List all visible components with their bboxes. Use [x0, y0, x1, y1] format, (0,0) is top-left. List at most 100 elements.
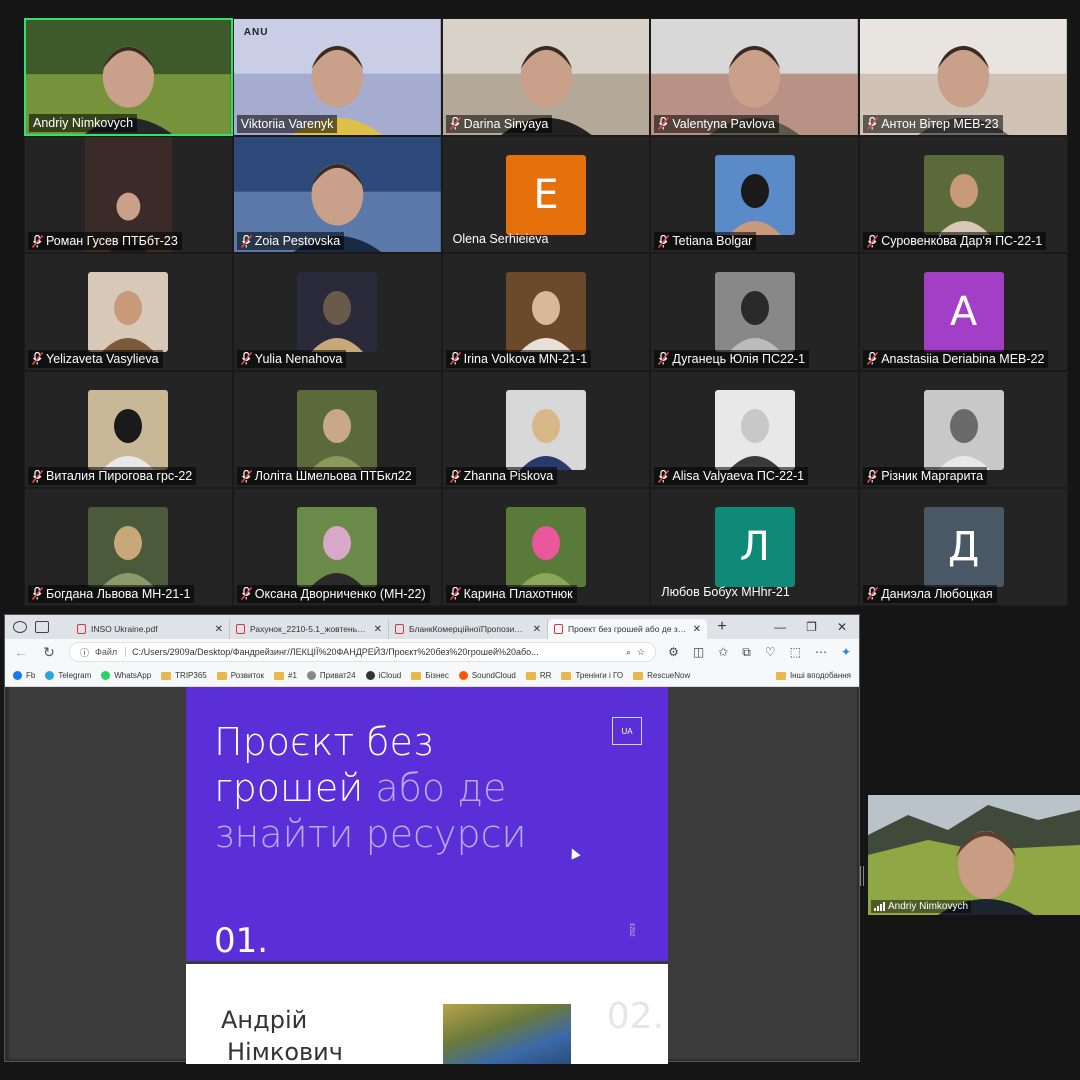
other-bookmarks-label: Інші вподобання: [789, 671, 851, 680]
participant-tile[interactable]: Лоліта Шмельова ПТБкл22: [232, 370, 442, 489]
restore-icon[interactable]: ❐: [806, 620, 817, 634]
bookmark-item[interactable]: Telegram: [45, 671, 91, 680]
participant-tile[interactable]: Роман Гусев ПТБбт-23: [24, 135, 233, 254]
participant-tile[interactable]: Yelizaveta Vasylieva: [24, 253, 233, 371]
browser-tab[interactable]: INSO Ukraine.pdf ✕: [71, 619, 230, 639]
other-bookmarks[interactable]: Інші вподобання: [775, 671, 851, 680]
self-view-video[interactable]: Andriy Nimkovych: [868, 795, 1080, 915]
participant-name: Andriy Nimkovych: [33, 115, 134, 130]
bookmark-item[interactable]: SoundCloud: [458, 671, 516, 680]
participant-name: Дуганець Юлія ПС22-1: [672, 351, 806, 366]
bookmark-item[interactable]: Розвиток: [216, 671, 264, 680]
folder-icon: [775, 671, 786, 680]
participant-tile[interactable]: Valentyna Pavlova: [650, 18, 860, 136]
bookmark-item[interactable]: RR: [525, 671, 551, 680]
avatar-letter: Д: [947, 524, 980, 571]
participant-tile[interactable]: Alisa Valyaeva ПС-22-1: [650, 370, 860, 489]
participant-tile[interactable]: Богдана Львова МН-21-1: [24, 488, 233, 606]
participant-tile[interactable]: Антон Вітер МЕВ-23: [859, 18, 1068, 136]
browser-tab[interactable]: Рахунок_2210-5.1_жовтень_Лял ✕: [230, 619, 389, 639]
pdf-viewer[interactable]: Проєкт без грошей або де знайти ресурси …: [9, 687, 857, 1064]
avatar-letter: A: [949, 289, 978, 336]
avatar: Л: [714, 507, 795, 588]
participant-name-label: Olena Serhieieva: [449, 230, 553, 248]
participant-name: Yelizaveta Vasylieva: [46, 351, 159, 366]
zoom-icon[interactable]: ⌕: [626, 647, 631, 658]
bookmark-item[interactable]: RescueNow: [633, 671, 690, 680]
participant-tile[interactable]: Irina Volkova MN-21-1: [441, 253, 651, 371]
minimize-icon[interactable]: —: [774, 620, 786, 634]
url-text[interactable]: C:/Users/2909a/Desktop/Фандрейзинг/ЛЕКЦІ…: [132, 647, 620, 657]
close-tab-icon[interactable]: ✕: [693, 624, 701, 635]
favorites-icon[interactable]: ✩: [718, 645, 728, 660]
participant-name: Різник Маргарита: [881, 469, 984, 484]
participant-tile[interactable]: Суровенко́ва Дар'я ПС-22-1: [859, 135, 1068, 254]
info-icon[interactable]: ⓘ: [80, 646, 89, 659]
mic-muted-icon: [658, 234, 670, 248]
participant-tile[interactable]: Різник Маргарита: [859, 370, 1068, 489]
mic-muted-icon: [449, 117, 461, 131]
participant-tile[interactable]: Tetiana Bolgar: [650, 135, 860, 254]
workspaces-icon[interactable]: [35, 621, 49, 633]
close-tab-icon[interactable]: ✕: [215, 624, 223, 635]
browser-essentials-icon[interactable]: ♡: [765, 645, 776, 660]
participant-name: Оксана Дворниченко (МН-22): [254, 586, 426, 601]
refresh-icon[interactable]: ↻: [41, 644, 57, 661]
participant-name: Irina Volkova MN-21-1: [463, 351, 588, 366]
browser-tab[interactable]: БланкКомерційноїПропозиції_У ✕: [389, 619, 548, 639]
mic-muted-icon: [240, 469, 252, 483]
screenshot-icon[interactable]: ⬚: [790, 645, 801, 660]
close-tab-icon[interactable]: ✕: [374, 624, 382, 635]
participant-tile[interactable]: Оксана Дворниченко (МН-22): [232, 488, 442, 606]
bookmark-item[interactable]: Приват24: [306, 671, 356, 680]
participant-tile[interactable]: Д Даниэла Любоцкая: [859, 488, 1068, 606]
bookmark-item[interactable]: #1: [274, 671, 297, 680]
participant-tile[interactable]: Zhanna Piskova: [441, 370, 651, 489]
tab-bar: INSO Ukraine.pdf ✕ Рахунок_2210-5.1_жовт…: [5, 615, 859, 639]
close-tab-icon[interactable]: ✕: [533, 624, 541, 635]
participant-tile[interactable]: E Olena Serhieieva: [441, 135, 651, 254]
extensions-icon[interactable]: ⚙: [668, 645, 679, 660]
participant-tile[interactable]: Дуганець Юлія ПС22-1: [650, 253, 860, 371]
profile-icon[interactable]: [13, 621, 27, 633]
close-window-icon[interactable]: ✕: [837, 620, 847, 634]
participant-name-label: Zhanna Piskova: [445, 467, 558, 486]
browser-tab[interactable]: Проект без грошей або де знайт ✕: [548, 619, 707, 639]
participant-tile[interactable]: Л Любов Бобух МНhr-21: [650, 488, 860, 606]
copilot-icon[interactable]: ✦: [841, 645, 851, 660]
participant-tile[interactable]: Andriy Nimkovych: [24, 18, 233, 136]
participant-name: Лоліта Шмельова ПТБкл22: [254, 469, 412, 484]
back-icon[interactable]: ←: [13, 644, 29, 660]
bookmark-item[interactable]: Fb: [13, 671, 35, 680]
participant-name-label: Darina Sinyaya: [445, 114, 553, 133]
slide-title-page: Проєкт без грошей або де знайти ресурси …: [186, 687, 668, 961]
participant-name-label: Лоліта Шмельова ПТБкл22: [236, 467, 416, 486]
avatar: A: [923, 272, 1004, 353]
participant-tile[interactable]: A Anastasiia Deriabina МЕВ-22: [859, 253, 1068, 371]
participant-tile[interactable]: Zoia Pestovska: [232, 135, 442, 254]
mic-muted-icon: [449, 587, 461, 601]
participant-name: Viktoriia Varenyk: [240, 116, 334, 131]
mic-muted-icon: [240, 234, 252, 248]
participant-name: Yulia Nenahova: [254, 351, 343, 366]
more-menu-icon[interactable]: ⋯: [815, 645, 827, 660]
participant-tile[interactable]: ANU Viktoriia Varenyk: [232, 18, 442, 136]
participant-tile[interactable]: Карина Плахотнюк: [441, 488, 651, 606]
bookmark-item[interactable]: Бізнес: [411, 671, 449, 680]
split-screen-icon[interactable]: ◫: [693, 645, 704, 660]
bookmark-item[interactable]: TRIP365: [161, 671, 207, 680]
bookmark-item[interactable]: Тренінги і ГО: [561, 671, 623, 680]
pdf-icon: [395, 624, 404, 634]
participant-name: Darina Sinyaya: [463, 116, 549, 131]
panel-resize-handle[interactable]: [860, 866, 864, 886]
participant-tile[interactable]: Yulia Nenahova: [232, 253, 442, 371]
favorite-star-icon[interactable]: ☆: [637, 647, 645, 658]
participant-tile[interactable]: Виталия Пирогова грс-22: [24, 370, 233, 489]
bookmark-item[interactable]: WhatsApp: [101, 671, 151, 680]
bookmark-item[interactable]: iCloud: [365, 671, 401, 680]
mic-muted-icon: [867, 352, 879, 366]
url-field[interactable]: ⓘ Файл C:/Users/2909a/Desktop/Фандрейзин…: [69, 642, 657, 662]
collections-icon[interactable]: ⧉: [742, 645, 751, 660]
new-tab-button[interactable]: +: [707, 618, 737, 636]
participant-tile[interactable]: Darina Sinyaya: [441, 18, 651, 136]
